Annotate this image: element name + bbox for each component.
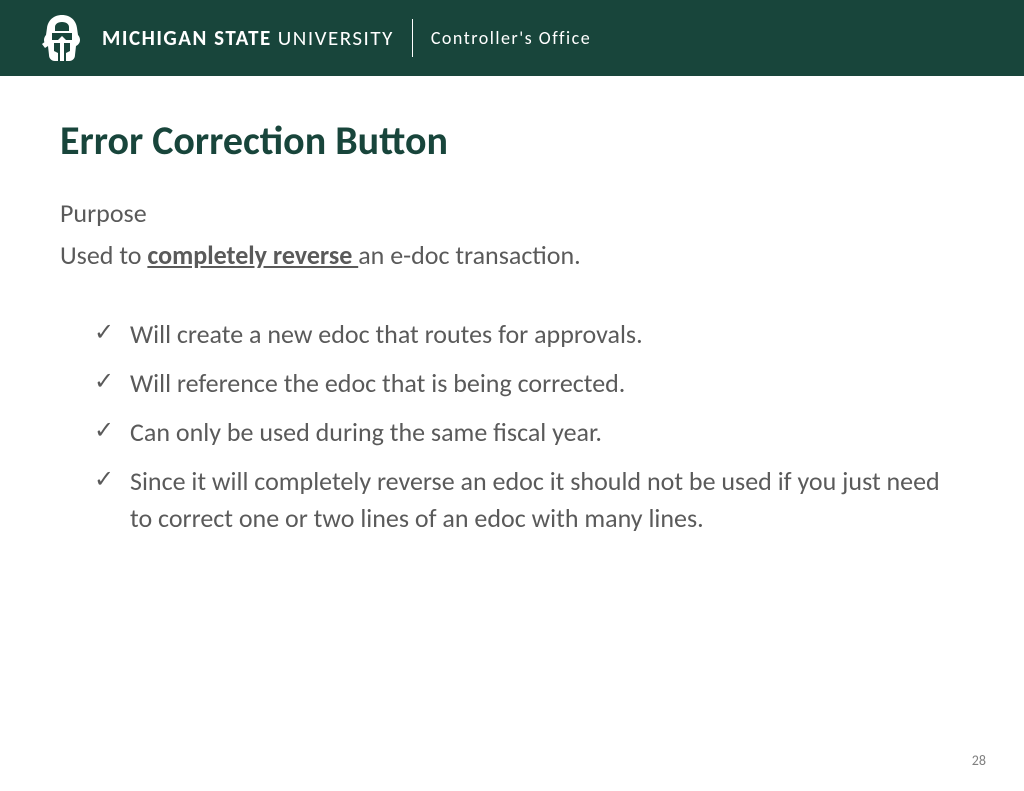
list-item: Will reference the edoc that is being co… bbox=[94, 365, 964, 402]
slide-header: MICHIGAN STATE UNIVERSITY Controller's O… bbox=[0, 0, 1024, 76]
usage-prefix: Used to bbox=[60, 239, 147, 271]
brand-bold: MICHIGAN STATE bbox=[102, 25, 272, 51]
header-divider bbox=[412, 19, 413, 57]
slide-title: Error Correction Button bbox=[60, 116, 964, 165]
list-item: Will create a new edoc that routes for a… bbox=[94, 316, 964, 353]
page-number: 28 bbox=[972, 752, 986, 769]
usage-description: Used to completely reverse an e-doc tran… bbox=[60, 237, 964, 275]
usage-suffix: an e-doc transaction. bbox=[358, 239, 581, 271]
purpose-label: Purpose bbox=[60, 195, 964, 233]
office-name: Controller's Office bbox=[431, 27, 591, 49]
usage-emphasis: completely reverse bbox=[147, 239, 358, 271]
list-item: Can only be used during the same fiscal … bbox=[94, 414, 964, 451]
slide-content: Error Correction Button Purpose Used to … bbox=[0, 76, 1024, 537]
bullet-list: Will create a new edoc that routes for a… bbox=[60, 316, 964, 537]
brand-text: MICHIGAN STATE UNIVERSITY Controller's O… bbox=[102, 19, 591, 57]
brand-light: UNIVERSITY bbox=[278, 25, 394, 51]
list-item: Since it will completely reverse an edoc… bbox=[94, 463, 964, 537]
spartan-helmet-icon bbox=[40, 13, 84, 63]
